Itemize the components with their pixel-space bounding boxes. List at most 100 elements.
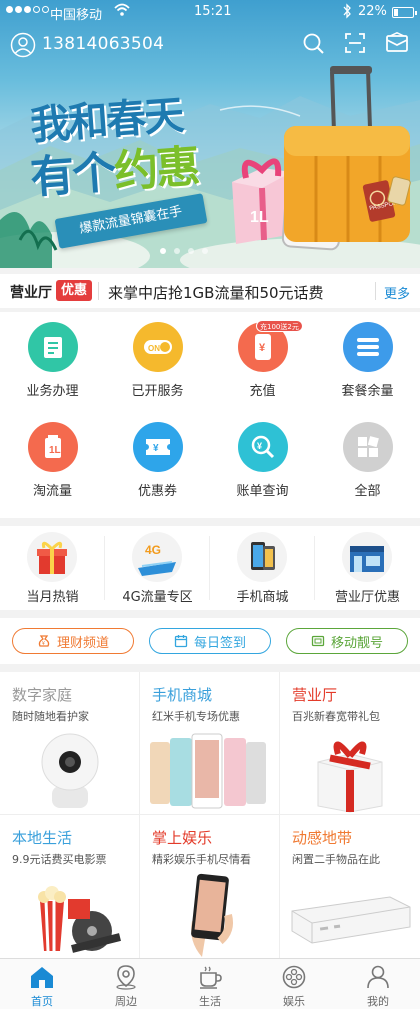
promo-label: 手机商城 <box>236 590 289 605</box>
search-icon[interactable] <box>302 32 326 56</box>
tile-m-zone[interactable]: 动感地带 闲置二手物品在此 <box>280 815 419 957</box>
promo-label: 营业厅优惠 <box>334 590 400 605</box>
banner-headline-line2-b: 约惠 <box>112 141 200 198</box>
bluetooth-icon <box>343 3 351 19</box>
service-all[interactable]: 全部 <box>315 412 420 512</box>
svg-text:¥: ¥ <box>259 342 266 354</box>
nav-mine[interactable]: 我的 <box>336 959 420 1009</box>
banner-headline-line2: 有个约惠 <box>28 130 200 206</box>
promo-store-offers[interactable]: 营业厅优惠 <box>315 526 420 610</box>
promo-phone-mall[interactable]: 手机商城 <box>210 526 315 610</box>
banner-pagination[interactable] <box>160 248 208 254</box>
power-bank-image <box>291 896 411 944</box>
hero-banner[interactable]: 中国移动 15:21 22% 13814063504 我和春天 有个约惠 爆款流… <box>0 0 420 268</box>
grid-icon <box>343 422 393 472</box>
finance-channel-button[interactable]: ¥ 理财频道 <box>12 628 134 654</box>
pill-label: 理财频道 <box>56 635 109 651</box>
signal-strength-icon <box>6 6 49 13</box>
top-bar: 13814063504 <box>0 28 420 62</box>
service-business[interactable]: 业务办理 <box>0 312 105 412</box>
nav-life[interactable]: 生活 <box>168 959 252 1009</box>
gift-box-image <box>317 741 383 813</box>
notice-text[interactable]: 来掌中店抢1GB流量和50元话费 <box>108 282 324 303</box>
banner-dot[interactable] <box>188 248 194 254</box>
notice-divider <box>98 282 99 300</box>
tile-local-life[interactable]: 本地生活 9.9元话费买电影票 <box>0 815 139 957</box>
service-bill-query[interactable]: ¥ 账单查询 <box>210 412 315 512</box>
user-avatar-icon[interactable] <box>10 32 36 58</box>
notice-divider-right <box>375 282 376 300</box>
wifi-icon <box>114 3 130 16</box>
service-label: 充值 <box>249 384 276 399</box>
toggle-on-icon: ON <box>133 322 183 372</box>
svg-text:ON: ON <box>148 344 160 353</box>
svg-text:¥: ¥ <box>153 443 159 454</box>
quick-links: ¥ 理财频道 每日签到 移动靓号 <box>0 618 420 664</box>
tile-phone-mall[interactable]: 手机商城 红米手机专场优惠 <box>140 672 279 814</box>
service-plan-balance[interactable]: 套餐余量 <box>315 312 420 412</box>
service-opened[interactable]: ON 已开服务 <box>105 312 210 412</box>
notice-brand-badge: 优惠 <box>56 280 93 301</box>
svg-text:¥: ¥ <box>42 641 45 647</box>
tile-mobile-entertainment[interactable]: 掌上娱乐 精彩娱乐手机尽情看 <box>140 815 279 957</box>
service-recharge[interactable]: ¥ 充100送2元 充值 <box>210 312 315 412</box>
tile-business-hall[interactable]: 营业厅 百兆新春宽带礼包 <box>280 672 419 814</box>
flow-icon: 1L <box>28 422 78 472</box>
tile-digital-home[interactable]: 数字家庭 随时随地看护家 <box>0 672 139 814</box>
service-label: 优惠券 <box>137 484 177 499</box>
promo-label: 4G流量专区 <box>122 590 193 605</box>
user-phone-number[interactable]: 13814063504 <box>42 34 164 54</box>
daily-checkin-button[interactable]: 每日签到 <box>149 628 271 654</box>
tile-subtitle: 精彩娱乐手机尽情看 <box>152 853 251 866</box>
tile-title: 营业厅 <box>292 686 338 704</box>
popcorn-film-image <box>38 886 121 953</box>
service-coupon[interactable]: ¥ 优惠券 <box>105 412 210 512</box>
phones-image <box>150 733 266 809</box>
service-label: 套餐余量 <box>341 384 394 399</box>
banner-dot[interactable] <box>174 248 180 254</box>
banner-headline-line2-a: 有个 <box>28 147 117 204</box>
4g-icon: 4G <box>132 532 182 582</box>
nav-entertainment[interactable]: 娱乐 <box>252 959 336 1009</box>
app-page: 中国移动 15:21 22% 13814063504 我和春天 有个约惠 爆款流… <box>0 0 420 1009</box>
svg-text:¥: ¥ <box>257 441 262 451</box>
gift-icon <box>27 532 77 582</box>
service-label: 已开服务 <box>131 384 184 399</box>
svg-text:1L: 1L <box>49 445 61 456</box>
nav-nearby[interactable]: 周边 <box>84 959 168 1009</box>
notice-brand-label: 营业厅 <box>10 285 52 301</box>
recharge-promo-badge: 充100送2元 <box>256 320 303 332</box>
status-bar: 中国移动 15:21 22% <box>0 0 420 24</box>
form-icon <box>28 322 78 372</box>
svg-text:4G: 4G <box>145 543 161 557</box>
promo-4g-zone[interactable]: 4G 4G流量专区 <box>105 526 210 610</box>
tile-title: 本地生活 <box>12 829 73 847</box>
film-reel-icon <box>282 965 306 989</box>
person-icon <box>367 965 389 989</box>
nav-label: 周边 <box>115 995 137 1008</box>
tile-subtitle: 百兆新春宽带礼包 <box>292 710 380 723</box>
service-data-traffic[interactable]: 1L 淘流量 <box>0 412 105 512</box>
special-number-button[interactable]: 移动靓号 <box>286 628 408 654</box>
nav-label: 我的 <box>367 995 389 1008</box>
tile-subtitle: 随时随地看护家 <box>12 710 89 723</box>
battery-percentage: 22% <box>358 4 387 19</box>
notice-more-link[interactable]: 更多 <box>384 283 410 302</box>
home-camera-image <box>41 733 99 808</box>
pill-label: 每日签到 <box>193 635 246 651</box>
tile-subtitle: 闲置二手物品在此 <box>292 853 380 866</box>
notice-bar[interactable]: 营业厅 优惠 来掌中店抢1GB流量和50元话费 更多 <box>0 274 420 308</box>
location-icon <box>116 965 136 990</box>
sim-card-icon <box>311 635 325 647</box>
message-icon[interactable] <box>385 32 409 54</box>
smartphone-icon <box>237 532 287 582</box>
tile-title: 动感地带 <box>292 829 353 847</box>
banner-dot[interactable] <box>202 248 208 254</box>
banner-dot[interactable] <box>160 248 166 254</box>
calendar-icon <box>174 635 188 648</box>
nav-home[interactable]: 首页 <box>0 959 84 1009</box>
service-label: 淘流量 <box>32 484 72 499</box>
coffee-icon <box>200 966 222 989</box>
scan-icon[interactable] <box>344 32 366 54</box>
promo-monthly-hot[interactable]: 当月热销 <box>0 526 105 610</box>
